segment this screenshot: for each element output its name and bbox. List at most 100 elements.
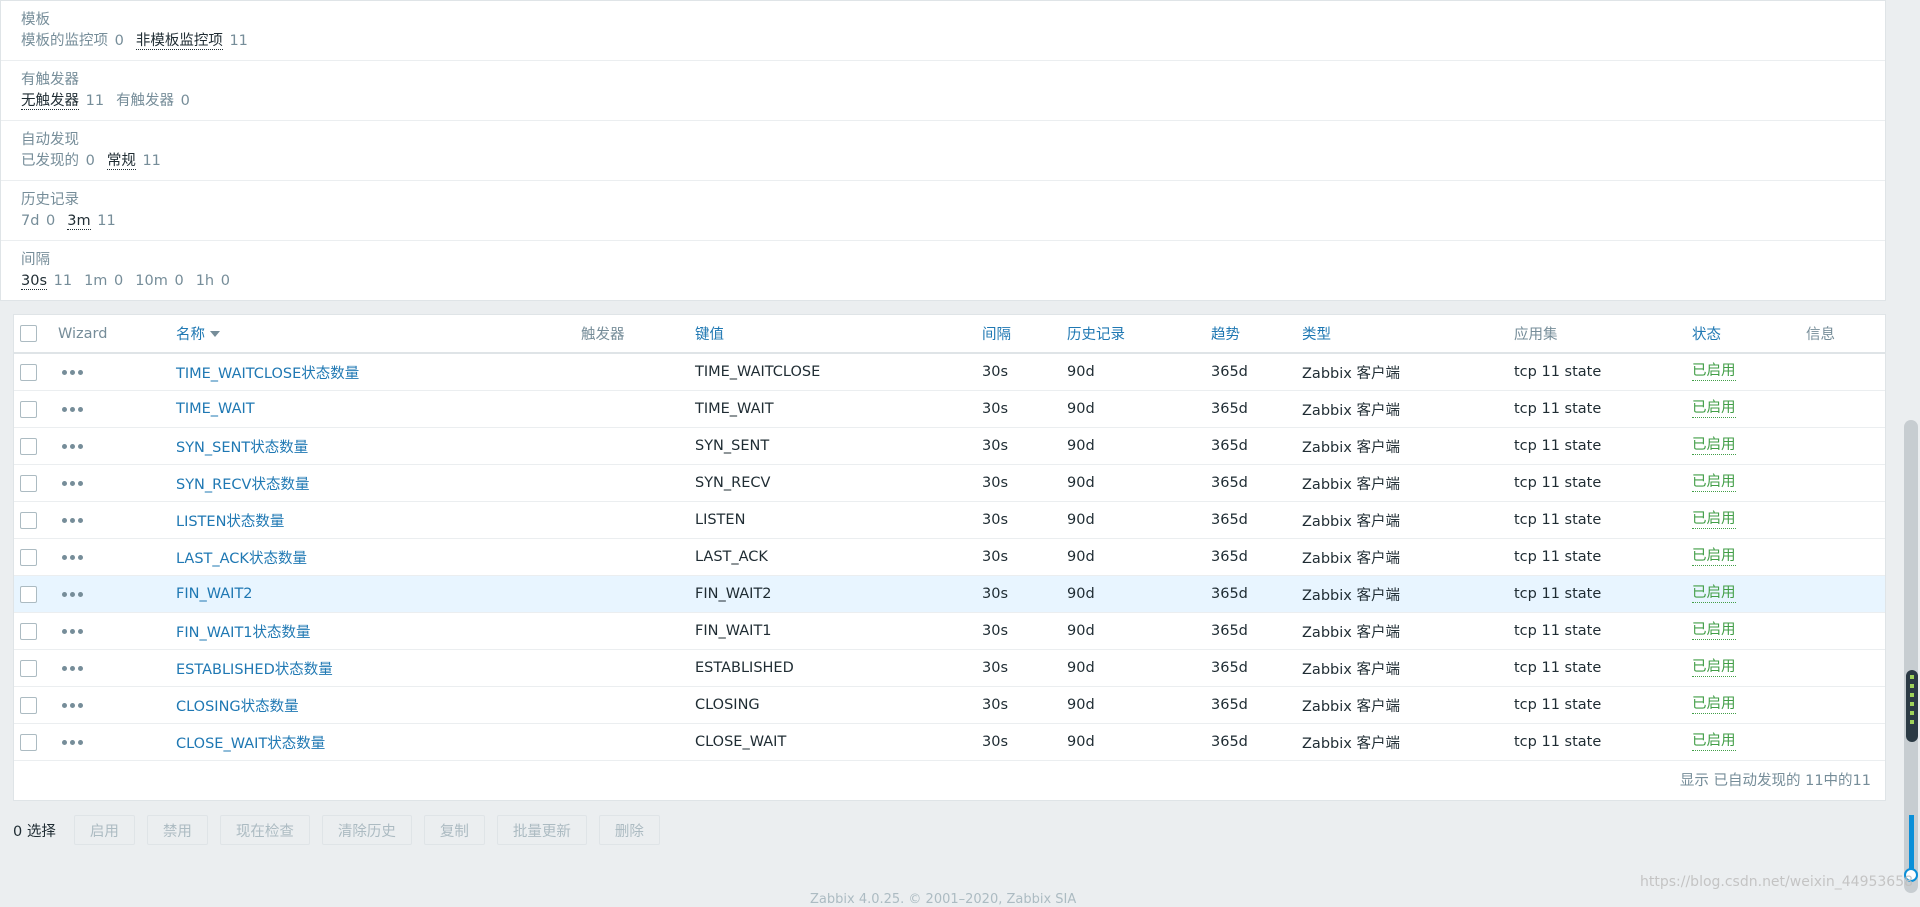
subfilter-option[interactable]: 无触发器 11 bbox=[21, 93, 105, 110]
item-name-link[interactable]: FIN_WAIT2 bbox=[176, 586, 253, 602]
action-button[interactable]: 清除历史 bbox=[321, 815, 412, 845]
key-cell: LAST_ACK bbox=[695, 539, 768, 575]
status-cell: 已启用 bbox=[1692, 502, 1736, 538]
trends-cell: 365d bbox=[1211, 650, 1248, 686]
item-applications: tcp 11 state bbox=[1514, 512, 1602, 528]
trends-cell: 365d bbox=[1211, 576, 1248, 612]
row-checkbox[interactable] bbox=[20, 585, 37, 603]
item-name-link[interactable]: TIME_WAITCLOSE状态数量 bbox=[176, 362, 359, 383]
item-name-link[interactable]: CLOSING状态数量 bbox=[176, 695, 299, 716]
item-status-toggle[interactable]: 已启用 bbox=[1692, 437, 1736, 455]
interval-cell: 30s bbox=[982, 502, 1008, 538]
row-checkbox[interactable] bbox=[20, 659, 37, 677]
row-checkbox[interactable] bbox=[20, 437, 37, 455]
more-options-icon[interactable] bbox=[62, 443, 83, 449]
applications-cell: tcp 11 state bbox=[1514, 502, 1601, 538]
subfilter-panel: 模板 模板的监控项 0 非模板监控项 11 有触发器 无触发器 11 有触发器 0 自动发现… bbox=[0, 0, 1886, 301]
item-status-toggle[interactable]: 已启用 bbox=[1692, 622, 1736, 640]
item-name-link[interactable]: CLOSE_WAIT状态数量 bbox=[176, 732, 325, 753]
header-key[interactable]: 键值 bbox=[695, 315, 724, 352]
more-options-icon[interactable] bbox=[62, 517, 83, 523]
header-trends[interactable]: 趋势 bbox=[1211, 315, 1240, 352]
row-checkbox[interactable] bbox=[20, 696, 37, 714]
item-name-link[interactable]: LISTEN状态数量 bbox=[176, 510, 284, 531]
more-options-icon[interactable] bbox=[62, 554, 83, 560]
item-status-toggle[interactable]: 已启用 bbox=[1692, 474, 1736, 492]
wizard-cell bbox=[62, 428, 83, 464]
subfilter-option-label: 10m bbox=[135, 273, 168, 289]
applications-cell: tcp 11 state bbox=[1514, 354, 1601, 390]
item-name-link[interactable]: LAST_ACK状态数量 bbox=[176, 547, 307, 568]
subfilter-option-count: 11 bbox=[85, 93, 105, 109]
trends-cell: 365d bbox=[1211, 502, 1248, 538]
more-options-icon[interactable] bbox=[62, 480, 83, 486]
row-checkbox[interactable] bbox=[20, 548, 37, 566]
subfilter-option[interactable]: 有触发器 0 bbox=[116, 93, 190, 109]
subfilter-option[interactable]: 常规 11 bbox=[106, 153, 161, 170]
header-status[interactable]: 状态 bbox=[1692, 315, 1721, 352]
item-status-toggle[interactable]: 已启用 bbox=[1692, 363, 1736, 381]
item-status-toggle[interactable]: 已启用 bbox=[1692, 548, 1736, 566]
more-options-icon[interactable] bbox=[62, 591, 83, 597]
action-button[interactable]: 禁用 bbox=[146, 815, 208, 845]
row-checkbox[interactable] bbox=[20, 733, 37, 751]
subfilter-option[interactable]: 30s 11 bbox=[21, 273, 72, 290]
row-checkbox[interactable] bbox=[20, 474, 37, 492]
more-options-icon[interactable] bbox=[62, 628, 83, 634]
subfilter-option-label: 模板的监控项 bbox=[21, 33, 108, 49]
key-cell: LISTEN bbox=[695, 502, 745, 538]
row-checkbox[interactable] bbox=[20, 511, 37, 529]
subfilter-option[interactable]: 7d 0 bbox=[21, 213, 55, 229]
header-history[interactable]: 历史记录 bbox=[1067, 315, 1125, 352]
subfilter-option[interactable]: 3m 11 bbox=[67, 213, 116, 230]
history-cell: 90d bbox=[1067, 428, 1095, 464]
item-status-toggle[interactable]: 已启用 bbox=[1692, 733, 1736, 751]
subfilter-option[interactable]: 1h 0 bbox=[196, 273, 230, 289]
key-cell: FIN_WAIT2 bbox=[695, 576, 772, 612]
subfilter-option[interactable]: 1m 0 bbox=[84, 273, 123, 289]
type-cell: Zabbix 客户端 bbox=[1302, 539, 1400, 575]
row-checkbox[interactable] bbox=[20, 363, 37, 381]
item-status-toggle[interactable]: 已启用 bbox=[1692, 696, 1736, 714]
item-status-toggle[interactable]: 已启用 bbox=[1692, 659, 1736, 677]
item-status-toggle[interactable]: 已启用 bbox=[1692, 511, 1736, 529]
action-button[interactable]: 现在检查 bbox=[219, 815, 310, 845]
interval-cell: 30s bbox=[982, 428, 1008, 464]
item-type: Zabbix 客户端 bbox=[1302, 365, 1400, 382]
item-history: 90d bbox=[1067, 401, 1095, 417]
item-name-link[interactable]: SYN_SENT状态数量 bbox=[176, 436, 308, 457]
subfilter-option[interactable]: 10m 0 bbox=[135, 273, 183, 289]
select-all-cell bbox=[20, 315, 37, 352]
item-name-link[interactable]: FIN_WAIT1状态数量 bbox=[176, 621, 311, 642]
status-cell: 已启用 bbox=[1692, 613, 1736, 649]
item-name-link[interactable]: TIME_WAIT bbox=[176, 401, 255, 417]
wizard-cell bbox=[62, 650, 83, 686]
table-row: LAST_ACK状态数量 LAST_ACK 30s 90d 365d Zabbix 客户端… bbox=[14, 539, 1885, 576]
action-button[interactable]: 启用 bbox=[73, 815, 135, 845]
more-options-icon[interactable] bbox=[62, 702, 83, 708]
subfilter-option[interactable]: 非模板监控项 11 bbox=[135, 33, 248, 50]
item-name-link[interactable]: ESTABLISHED状态数量 bbox=[176, 658, 333, 679]
header-type[interactable]: 类型 bbox=[1302, 315, 1331, 352]
more-options-icon[interactable] bbox=[62, 665, 83, 671]
select-all-checkbox[interactable] bbox=[20, 325, 37, 342]
subfilter-option-count: 0 bbox=[220, 273, 230, 289]
more-options-icon[interactable] bbox=[62, 739, 83, 745]
action-button[interactable]: 批量更新 bbox=[496, 815, 587, 845]
more-options-icon[interactable] bbox=[62, 369, 83, 375]
subfilter-option[interactable]: 已发现的 0 bbox=[21, 153, 95, 169]
item-status-toggle[interactable]: 已启用 bbox=[1692, 585, 1736, 603]
history-cell: 90d bbox=[1067, 687, 1095, 723]
header-interval[interactable]: 间隔 bbox=[982, 315, 1011, 352]
header-name[interactable]: 名称 bbox=[176, 315, 220, 352]
action-button[interactable]: 删除 bbox=[598, 815, 660, 845]
applications-cell: tcp 11 state bbox=[1514, 539, 1601, 575]
row-checkbox[interactable] bbox=[20, 400, 37, 418]
subfilter-option[interactable]: 模板的监控项 0 bbox=[21, 33, 124, 49]
row-checkbox[interactable] bbox=[20, 622, 37, 640]
item-name-link[interactable]: SYN_RECV状态数量 bbox=[176, 473, 309, 494]
item-interval: 30s bbox=[982, 512, 1009, 528]
action-button[interactable]: 复制 bbox=[423, 815, 485, 845]
more-options-icon[interactable] bbox=[62, 406, 83, 412]
item-status-toggle[interactable]: 已启用 bbox=[1692, 400, 1736, 418]
